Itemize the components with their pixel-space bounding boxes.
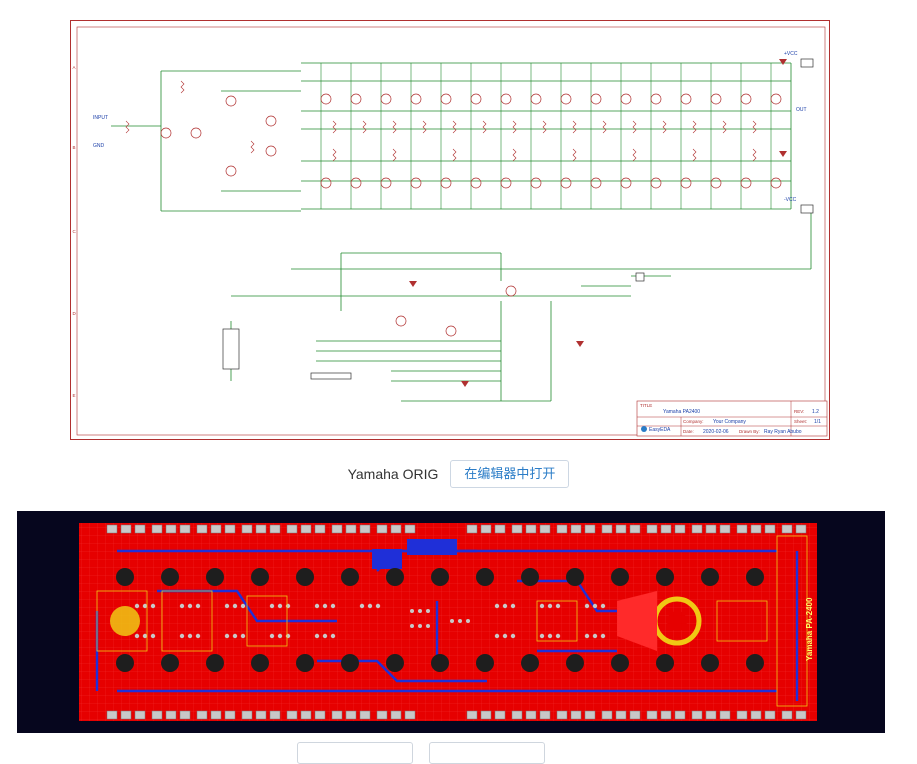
net-label-vcc-pos: +VCC xyxy=(784,51,798,57)
date-label: Date: xyxy=(683,429,694,434)
pcb-drawing: Yamaha PA-2400 xyxy=(79,523,817,721)
drawn-value: Ray Ryan Abubo xyxy=(764,429,802,435)
diode-symbols xyxy=(409,59,787,387)
mounting-holes-top xyxy=(116,568,764,586)
title-value: Yamaha PA2400 xyxy=(663,409,700,415)
rev-label: REV: xyxy=(794,409,804,414)
design-caption-row: Yamaha ORIG 在编辑器中打开 xyxy=(0,458,917,490)
schematic-preview[interactable]: A B C D E +VCC -VCC INPUT GND OUT TITLE … xyxy=(70,20,830,440)
net-label-gnd: GND xyxy=(93,143,105,149)
schematic-wires xyxy=(111,62,812,402)
logo-text: EasyEDA xyxy=(649,427,671,433)
title-label: TITLE xyxy=(640,403,652,408)
connector-symbols xyxy=(222,58,814,380)
date-value: 2020-02-06 xyxy=(703,429,729,435)
partial-button-right[interactable] xyxy=(429,742,545,764)
easyeda-logo-icon xyxy=(641,426,647,432)
pcb-silkscreen-label: Yamaha PA-2400 xyxy=(805,597,814,661)
design-title: Yamaha ORIG xyxy=(347,466,439,482)
sheet-value: 1/1 xyxy=(814,419,821,425)
mounting-ring-center xyxy=(667,611,687,631)
drawn-label: Drawn By: xyxy=(739,429,760,434)
border-row-b: B xyxy=(73,145,76,150)
company-label: Company: xyxy=(683,419,704,424)
border-row-d: D xyxy=(73,311,77,316)
title-block: TITLE Yamaha PA2400 REV: 1.2 Company: Yo… xyxy=(636,400,828,437)
border-row-a: A xyxy=(73,65,76,70)
border-row-c: C xyxy=(73,229,77,234)
net-label-vcc-neg: -VCC xyxy=(784,197,797,203)
copper-pour-blue-2 xyxy=(407,539,457,555)
schematic-drawing: A B C D E +VCC -VCC INPUT GND OUT TITLE … xyxy=(73,26,828,437)
copper-pour-blue xyxy=(372,549,402,569)
partial-button-left[interactable] xyxy=(297,742,413,764)
rev-value: 1.2 xyxy=(812,409,819,415)
company-value: Your Company xyxy=(713,419,746,425)
net-label-input: INPUT xyxy=(93,115,108,121)
border-row-e: E xyxy=(73,393,76,398)
sheet-label: Sheet: xyxy=(794,419,807,424)
pcb-preview[interactable]: Yamaha PA-2400 xyxy=(17,511,885,733)
open-in-editor-button[interactable]: 在编辑器中打开 xyxy=(450,460,570,488)
net-label-out: OUT xyxy=(796,107,807,113)
mounting-holes-bottom xyxy=(116,654,764,672)
fuse-pad xyxy=(110,606,140,636)
